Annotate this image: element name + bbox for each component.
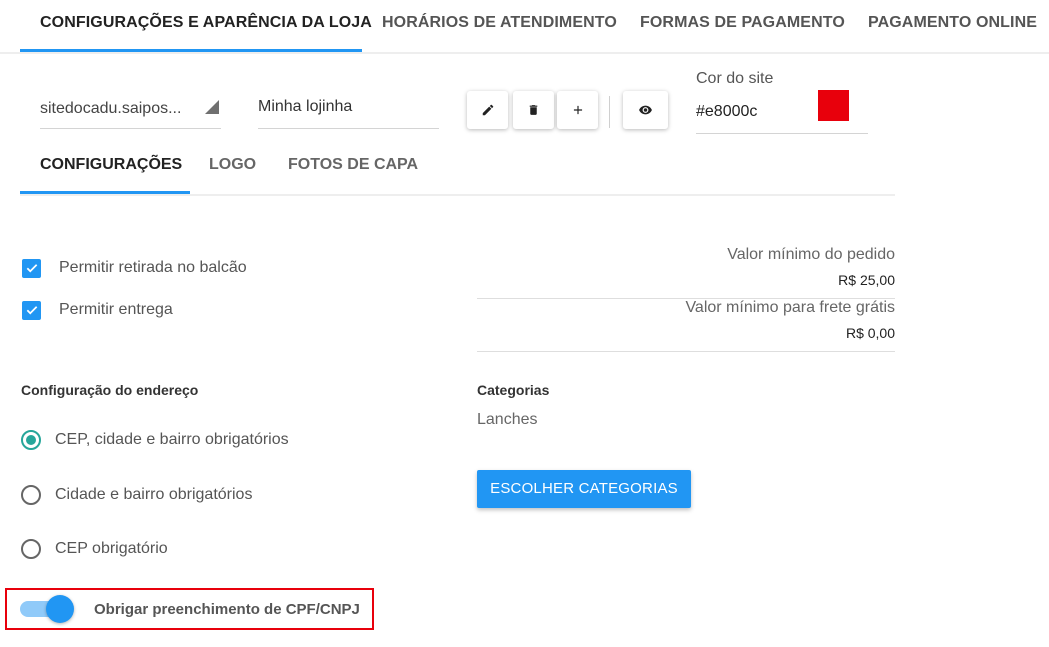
min-order-value-field[interactable]: Valor mínimo do pedido R$ 25,00 bbox=[477, 246, 895, 299]
check-icon bbox=[26, 306, 37, 315]
store-name-value: Minha lojinha bbox=[258, 98, 353, 115]
trash-icon bbox=[529, 105, 538, 115]
subtab-logo[interactable]: LOGO bbox=[209, 156, 256, 174]
address-config-title: Configuração do endereço bbox=[21, 382, 199, 398]
radio-cep-city-district[interactable]: CEP, cidade e bairro obrigatórios bbox=[21, 428, 289, 452]
checkbox-checked[interactable] bbox=[22, 300, 41, 320]
radio-label: CEP, cidade e bairro obrigatórios bbox=[55, 431, 289, 448]
min-free-shipping-label: Valor mínimo para frete grátis bbox=[685, 299, 895, 316]
color-swatch[interactable] bbox=[818, 90, 849, 121]
categories-title: Categorias bbox=[477, 382, 550, 398]
add-button[interactable] bbox=[557, 91, 598, 129]
edit-button[interactable] bbox=[467, 91, 508, 129]
min-order-label: Valor mínimo do pedido bbox=[727, 246, 895, 263]
delete-button[interactable] bbox=[513, 91, 554, 129]
store-name-field[interactable]: Minha lojinha bbox=[258, 88, 439, 129]
radio-city-district[interactable]: Cidade e bairro obrigatórios bbox=[21, 483, 252, 507]
tab-store-settings[interactable]: CONFIGURAÇÕES E APARÊNCIA DA LOJA bbox=[40, 14, 372, 32]
pencil-icon bbox=[482, 104, 493, 116]
active-tab-indicator bbox=[20, 49, 362, 52]
tab-payment-methods[interactable]: FORMAS DE PAGAMENTO bbox=[640, 14, 845, 32]
radio-cep[interactable]: CEP obrigatório bbox=[21, 537, 168, 561]
option-delivery[interactable]: Permitir entrega bbox=[22, 299, 173, 321]
active-subtab-indicator bbox=[20, 191, 190, 194]
radio-button-selected[interactable] bbox=[21, 430, 41, 450]
cpf-required-toggle[interactable] bbox=[20, 595, 78, 623]
dropdown-arrow-icon bbox=[205, 100, 219, 114]
option-label: Permitir entrega bbox=[59, 301, 173, 318]
sub-tabs: CONFIGURAÇÕES LOGO FOTOS DE CAPA bbox=[20, 140, 895, 196]
site-color-label: Cor do site bbox=[696, 70, 774, 87]
radio-label: Cidade e bairro obrigatórios bbox=[55, 486, 253, 503]
min-order-value: R$ 25,00 bbox=[838, 272, 895, 288]
site-select[interactable]: sitedocadu.saipos... bbox=[40, 90, 221, 129]
option-label: Permitir retirada no balcão bbox=[59, 259, 247, 276]
check-icon bbox=[26, 264, 37, 273]
top-tabs: CONFIGURAÇÕES E APARÊNCIA DA LOJA HORÁRI… bbox=[0, 0, 1049, 54]
site-color-field[interactable]: #e8000c bbox=[696, 88, 868, 134]
min-free-shipping-value: R$ 0,00 bbox=[845, 325, 895, 341]
site-select-value: sitedocadu.saipos... bbox=[40, 100, 182, 117]
checkbox-checked[interactable] bbox=[22, 258, 41, 278]
cpf-toggle-label: Obrigar preenchimento de CPF/CNPJ bbox=[94, 601, 360, 618]
toggle-thumb[interactable] bbox=[46, 595, 74, 623]
category-value: Lanches bbox=[477, 411, 538, 428]
radio-button[interactable] bbox=[21, 539, 41, 559]
tab-opening-hours[interactable]: HORÁRIOS DE ATENDIMENTO bbox=[382, 14, 617, 32]
preview-button[interactable] bbox=[623, 91, 668, 129]
subtab-settings[interactable]: CONFIGURAÇÕES bbox=[40, 156, 182, 174]
plus-icon bbox=[573, 105, 582, 115]
option-pickup-counter[interactable]: Permitir retirada no balcão bbox=[22, 257, 247, 279]
radio-label: CEP obrigatório bbox=[55, 540, 168, 557]
tab-online-payment[interactable]: PAGAMENTO ONLINE bbox=[868, 14, 1037, 32]
radio-button[interactable] bbox=[21, 485, 41, 505]
min-free-shipping-field[interactable]: Valor mínimo para frete grátis R$ 0,00 bbox=[477, 299, 895, 352]
choose-categories-button[interactable]: ESCOLHER CATEGORIAS bbox=[477, 470, 691, 508]
toolbar-divider bbox=[609, 96, 610, 128]
subtab-cover-photos[interactable]: FOTOS DE CAPA bbox=[288, 156, 418, 174]
site-color-value: #e8000c bbox=[696, 103, 758, 120]
eye-icon bbox=[639, 105, 652, 115]
